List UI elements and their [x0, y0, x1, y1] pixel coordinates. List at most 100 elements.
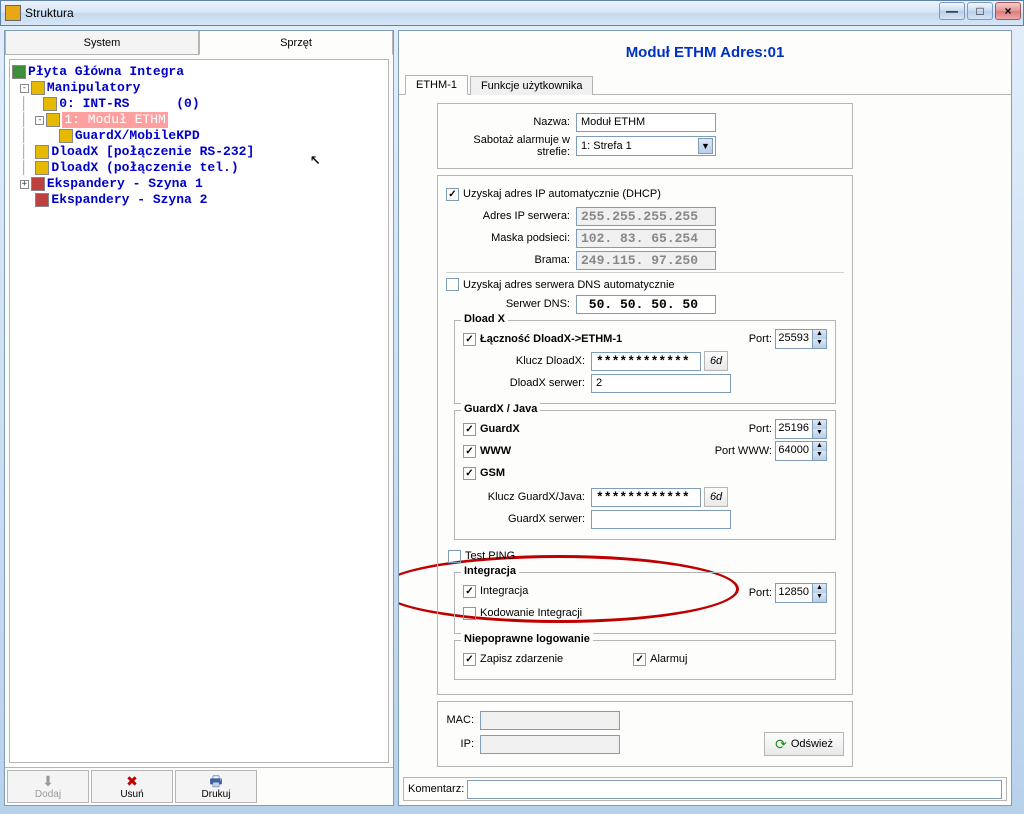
drukuj-button[interactable]: 🖶Drukuj — [175, 770, 257, 803]
guardx-label: GuardX — [480, 423, 520, 435]
alarmuj-label: Alarmuj — [650, 653, 687, 665]
dhcp-checkbox[interactable] — [446, 188, 459, 201]
hardware-tree[interactable]: Płyta Główna Integra -Manipulatory │ 0: … — [9, 59, 389, 763]
tree-guardx[interactable]: GuardX/MobileKPD — [75, 128, 200, 144]
expander-icon — [35, 193, 49, 207]
item-icon — [59, 129, 73, 143]
mac-label: MAC: — [446, 714, 480, 726]
spinner-arrows-icon[interactable]: ▲▼ — [812, 420, 826, 438]
sabotaz-value: 1: Strefa 1 — [581, 140, 632, 152]
dloadx-port-label: Port: — [749, 333, 772, 345]
eye-icon: 6d — [710, 491, 722, 503]
dodaj-label: Dodaj — [35, 789, 61, 800]
refresh-label: Odśwież — [791, 738, 833, 750]
spinner-arrows-icon[interactable]: ▲▼ — [812, 330, 826, 348]
www-label: WWW — [480, 445, 511, 457]
tree-dload-tel[interactable]: DloadX (połączenie tel.) — [51, 160, 238, 176]
portwww-spinner[interactable]: 64000▲▼ — [775, 441, 827, 461]
iplow-input[interactable] — [480, 735, 620, 754]
tab-system[interactable]: System — [5, 31, 199, 55]
mac-input[interactable] — [480, 711, 620, 730]
gsm-checkbox[interactable] — [463, 467, 476, 480]
ip-label: Adres IP serwera: — [446, 210, 576, 222]
refresh-button[interactable]: ⟳Odśwież — [764, 732, 844, 756]
kodowanie-checkbox[interactable] — [463, 607, 476, 620]
close-button[interactable]: × — [995, 2, 1021, 20]
comment-row: Komentarz: — [403, 777, 1007, 801]
maximize-button[interactable]: □ — [967, 2, 993, 20]
dodaj-button[interactable]: ⬇Dodaj — [7, 770, 89, 803]
drukuj-label: Drukuj — [202, 789, 231, 800]
expander-icon — [31, 177, 45, 191]
niepoprawne-title: Niepoprawne logowanie — [461, 633, 593, 645]
dloadx-server-label: DloadX serwer: — [463, 377, 591, 389]
tab-funkcje[interactable]: Funkcje użytkownika — [470, 76, 594, 95]
integration-port-spinner[interactable]: 12850▲▼ — [775, 583, 827, 603]
testping-label: Test PING — [465, 550, 515, 562]
komentarz-label: Komentarz: — [408, 783, 464, 795]
guardx-title: GuardX / Java — [461, 403, 540, 415]
minimize-button[interactable]: — — [939, 2, 965, 20]
integracja-checkbox[interactable] — [463, 585, 476, 598]
guardx-key-input[interactable] — [591, 488, 701, 507]
add-icon: ⬇ — [42, 774, 54, 788]
delete-icon: ✖ — [126, 774, 138, 788]
zapisz-label: Zapisz zdarzenie — [480, 653, 563, 665]
tree-modul-ethm[interactable]: 1: Moduł ETHM — [62, 112, 167, 128]
guardx-checkbox[interactable] — [463, 423, 476, 436]
name-input[interactable] — [576, 113, 716, 132]
sabotaz-label: Sabotaż alarmuje w strefie: — [446, 134, 576, 158]
guardx-key-label: Klucz GuardX/Java: — [463, 491, 591, 503]
expand-icon[interactable]: + — [20, 180, 29, 189]
ip-input[interactable] — [576, 207, 716, 226]
folder-icon — [31, 81, 45, 95]
dloadx-port-spinner[interactable]: 25593▲▼ — [775, 329, 827, 349]
right-panel: Moduł ETHM Adres:01 ETHM-1 Funkcje użytk… — [398, 30, 1012, 806]
gate-input[interactable] — [576, 251, 716, 270]
left-panel: System Sprzęt Płyta Główna Integra - Mani… — [4, 30, 394, 806]
window-title: Struktura — [25, 6, 74, 20]
dns-input[interactable] — [576, 295, 716, 314]
tree-int-rs[interactable]: 0: INT-RS (0) — [59, 96, 199, 112]
spinner-arrows-icon[interactable]: ▲▼ — [812, 584, 826, 602]
komentarz-input[interactable] — [467, 780, 1002, 799]
guardx-reveal-button[interactable]: 6d — [704, 487, 728, 507]
usun-button[interactable]: ✖Usuń — [91, 770, 173, 803]
dropdown-arrow-icon: ▼ — [698, 138, 713, 154]
tab-ethm1[interactable]: ETHM-1 — [405, 75, 468, 95]
item-icon — [35, 161, 49, 175]
collapse-icon[interactable]: - — [35, 116, 44, 125]
tree-eksp2[interactable]: Ekspandery - Szyna 2 — [51, 192, 207, 208]
integracja-label: Integracja — [480, 585, 528, 597]
print-icon: 🖶 — [209, 774, 222, 788]
collapse-icon[interactable]: - — [20, 84, 29, 93]
sabotaz-select[interactable]: 1: Strefa 1 ▼ — [576, 136, 716, 156]
item-icon — [43, 97, 57, 111]
tree-dload-rs232[interactable]: DloadX [połączenie RS-232] — [51, 144, 254, 160]
item-icon — [35, 145, 49, 159]
guardx-port-spinner[interactable]: 25196▲▼ — [775, 419, 827, 439]
dloadx-key-input[interactable] — [591, 352, 701, 371]
tree-eksp1[interactable]: Ekspandery - Szyna 1 — [47, 176, 203, 192]
dloadx-server-input[interactable] — [591, 374, 731, 393]
guardx-server-input[interactable] — [591, 510, 731, 529]
gsm-label: GSM — [480, 467, 505, 479]
eye-icon: 6d — [710, 355, 722, 367]
board-icon — [12, 65, 26, 79]
dns-auto-checkbox[interactable] — [446, 278, 459, 291]
spinner-arrows-icon[interactable]: ▲▼ — [812, 442, 826, 460]
name-label: Nazwa: — [446, 116, 576, 128]
dloadx-conn-checkbox[interactable] — [463, 333, 476, 346]
alarmuj-checkbox[interactable] — [633, 653, 646, 666]
tree-root[interactable]: Płyta Główna Integra — [28, 64, 184, 80]
zapisz-checkbox[interactable] — [463, 653, 476, 666]
testping-checkbox[interactable] — [448, 550, 461, 563]
www-checkbox[interactable] — [463, 445, 476, 458]
dns-auto-label: Uzyskaj adres serwera DNS automatycznie — [463, 279, 675, 291]
mask-input[interactable] — [576, 229, 716, 248]
dns-label: Serwer DNS: — [446, 298, 576, 310]
tab-sprzet[interactable]: Sprzęt — [199, 31, 393, 55]
usun-label: Usuń — [120, 789, 143, 800]
dloadx-reveal-button[interactable]: 6d — [704, 351, 728, 371]
tree-manipulatory[interactable]: Manipulatory — [47, 80, 141, 96]
